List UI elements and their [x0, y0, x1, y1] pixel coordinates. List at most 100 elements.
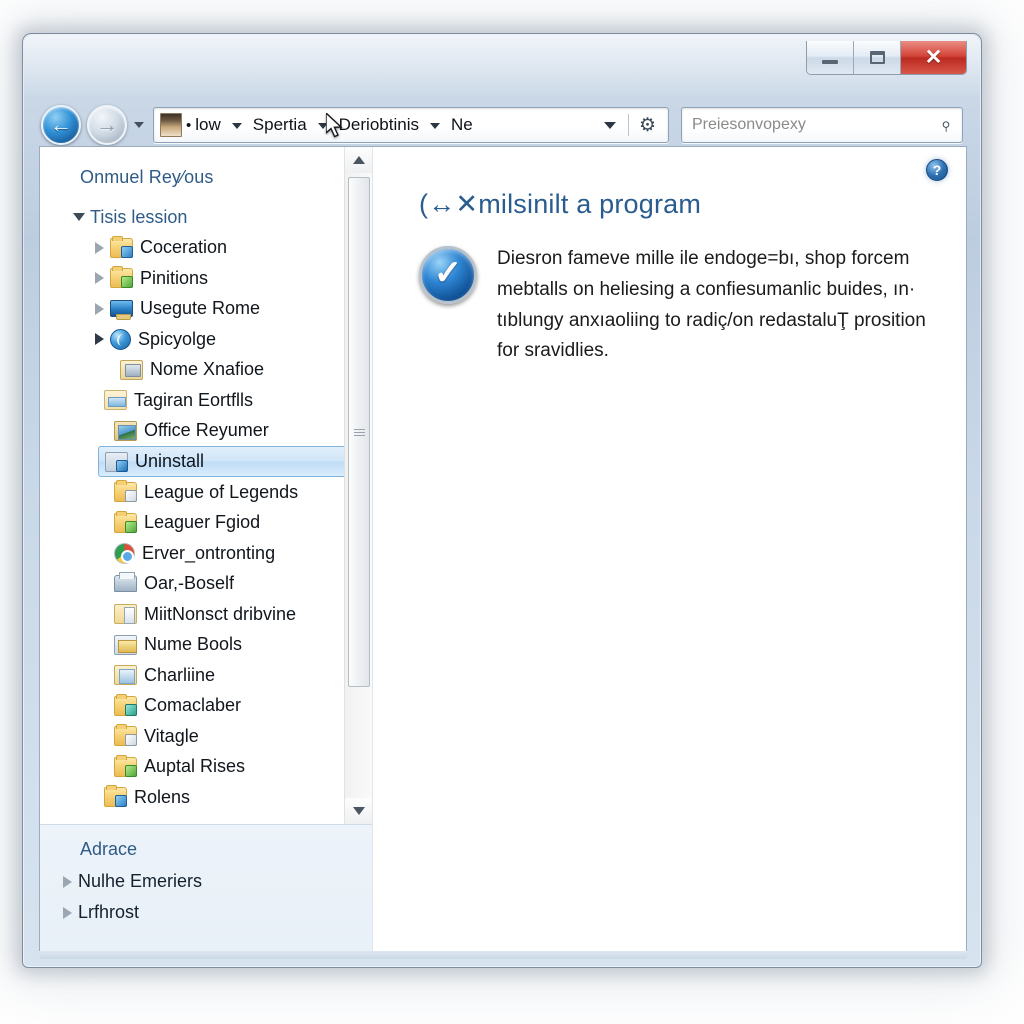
tree-scrollbar[interactable] — [344, 147, 372, 824]
folder-icon — [114, 480, 137, 503]
tree-item-spicyolge[interactable]: Spicyolge — [40, 324, 372, 355]
chevron-right-icon[interactable] — [56, 875, 78, 888]
breadcrumb-item-2[interactable]: Deriobtinis — [337, 115, 421, 135]
notepad-icon — [114, 665, 137, 686]
tree-item-label: Coceration — [140, 237, 228, 258]
breadcrumb-item-1[interactable]: Spertia — [251, 115, 309, 135]
tree-item-leaguer-fgiod[interactable]: Leaguer Fgiod — [40, 508, 372, 539]
tree-item-label: Tagiran Eortflls — [134, 389, 254, 410]
tree-item-charliine[interactable]: Charliine — [40, 660, 372, 691]
tree-item-uninstall[interactable]: Uninstall — [98, 446, 354, 477]
cards-icon — [114, 634, 137, 655]
footer-header: Adrace — [80, 839, 138, 859]
address-bar[interactable]: • low Spertia Deriobtinis Ne ⚙ — [153, 107, 669, 143]
tree-item-office-reyumer[interactable]: Office Reyumer — [40, 416, 372, 447]
tree-item-label: Rolens — [134, 786, 191, 807]
tree-item-vitagle[interactable]: Vitagle — [40, 721, 372, 752]
tree-root-label: Tisis lession — [90, 206, 188, 227]
restore-button[interactable] — [854, 41, 901, 74]
content-body: ✓ Diesron fameve mille ile endoge=bı, sh… — [419, 244, 966, 367]
tree-item-label: League of Legends — [144, 481, 299, 502]
title-bar[interactable]: ✕ — [23, 34, 981, 96]
chevron-right-icon[interactable] — [88, 272, 110, 285]
footer-item-label: Nulhe Emeriers — [78, 871, 203, 891]
tree-item-label: Erver_ontronting — [142, 542, 276, 563]
restore-icon — [869, 51, 885, 64]
tree-item-label: Leaguer Fgiod — [144, 512, 261, 533]
close-button[interactable]: ✕ — [901, 41, 966, 74]
printer-icon — [114, 572, 137, 593]
triangle-up-icon — [352, 156, 365, 164]
tree-item-usegute-rome[interactable]: Usegute Rome — [40, 294, 372, 325]
folder-icon — [114, 510, 137, 533]
navigation-pane-footer: Adrace Nulhe Emeriers Lrfhrost — [40, 824, 372, 951]
scroll-down-button[interactable] — [345, 798, 372, 824]
tree-item-label: Pinitions — [140, 267, 209, 288]
globe-icon — [110, 328, 131, 350]
window-controls: ✕ — [806, 41, 967, 75]
tree-item-label: Office Reyumer — [144, 420, 269, 441]
status-bar — [39, 951, 967, 959]
address-dropdown-chevron-down-icon[interactable] — [603, 121, 616, 129]
breadcrumb-bullet-icon: • — [186, 116, 192, 134]
folder-icon — [114, 693, 137, 716]
window-client-area: Onmuel Rey⁄ous Tisis lession Coceration … — [39, 146, 967, 952]
tree-item-label: MiitNonsct dribvine — [144, 603, 297, 624]
photo-icon — [114, 420, 137, 441]
tree-item-label: Comaclaber — [144, 695, 242, 716]
back-arrow-icon: ← — [50, 112, 72, 137]
recent-locations-chevron-down-icon[interactable] — [134, 122, 144, 128]
forward-button[interactable]: → — [87, 105, 127, 145]
help-icon[interactable]: ? — [926, 159, 948, 181]
tree-item-label: Vitagle — [144, 725, 199, 746]
tree-item-comaclaber[interactable]: Comaclaber — [40, 691, 372, 722]
tree-item-erver-ontronting[interactable]: Erver_ontronting — [40, 538, 372, 569]
tree-header: Onmuel Rey⁄ous — [80, 167, 214, 187]
folder-icon — [104, 785, 127, 808]
tree-view[interactable]: Onmuel Rey⁄ous Tisis lession Coceration … — [40, 147, 372, 824]
description-text: Diesron fameve mille ile endoge=bı, shop… — [497, 248, 926, 362]
tree-item-label: Charliine — [144, 664, 216, 685]
tree-root-item[interactable]: Tisis lession — [40, 202, 372, 233]
scroll-up-button[interactable] — [345, 147, 372, 173]
tree-item-label: Auptal Rises — [144, 756, 246, 777]
chevron-down-icon[interactable] — [68, 213, 90, 222]
picture-folder-icon — [104, 390, 127, 411]
scrollbar-thumb[interactable] — [348, 177, 370, 687]
breadcrumb-chevron-down-icon-0[interactable] — [231, 123, 242, 129]
folder-icon — [114, 724, 137, 747]
desktop-background: ✕ ← → • low Spertia Deriobtinis Ne ⚙ Pre… — [0, 0, 1024, 1024]
tree-item-tagiran-eortflls[interactable]: Tagiran Eortflls — [40, 385, 372, 416]
chevron-right-icon[interactable] — [88, 241, 110, 254]
close-icon: ✕ — [924, 46, 943, 69]
tree-item-rolens[interactable]: Rolens — [40, 782, 372, 813]
chevron-right-icon[interactable] — [56, 906, 78, 919]
uninstall-icon — [105, 451, 128, 472]
breadcrumb-item-3[interactable]: Ne — [449, 115, 475, 135]
minimize-button[interactable] — [807, 41, 854, 74]
tree-item-nume-bools[interactable]: Nume Bools — [40, 630, 372, 661]
search-box[interactable]: ⌕ — [681, 107, 963, 143]
refresh-icon[interactable]: ⚙ — [639, 116, 656, 135]
toolbar-divider — [627, 114, 629, 136]
footer-item-lrfhrost[interactable]: Lrfhrost — [40, 897, 372, 928]
breadcrumb-chevron-down-icon-1[interactable] — [317, 123, 328, 129]
check-badge-icon: ✓ — [419, 246, 477, 304]
search-input[interactable] — [692, 116, 942, 134]
tree-item-auptal-rises[interactable]: Auptal Rises — [40, 752, 372, 783]
breadcrumb-item-0[interactable]: low — [193, 115, 223, 135]
tree-item-pinitions[interactable]: Pinitions — [40, 263, 372, 294]
explorer-window: ✕ ← → • low Spertia Deriobtinis Ne ⚙ Pre… — [22, 33, 982, 968]
document-folder-icon — [114, 604, 137, 625]
footer-item-nulhe-emeriers[interactable]: Nulhe Emeriers — [40, 866, 372, 897]
breadcrumb-chevron-down-icon-2[interactable] — [429, 123, 440, 129]
tree-item-oar-boself[interactable]: Oar,-Boself — [40, 569, 372, 600]
tree-item-coceration[interactable]: Coceration — [40, 233, 372, 264]
tree-item-league-of-legends[interactable]: League of Legends — [40, 477, 372, 508]
chevron-right-icon[interactable] — [88, 302, 110, 315]
minimize-icon — [822, 59, 838, 64]
tree-item-nome-xnafioe[interactable]: Nome Xnafioe — [40, 355, 372, 386]
chevron-expanded-icon[interactable] — [88, 333, 110, 346]
back-button[interactable]: ← — [41, 105, 81, 145]
tree-item-miitnonsct-dribvine[interactable]: MiitNonsct dribvine — [40, 599, 372, 630]
